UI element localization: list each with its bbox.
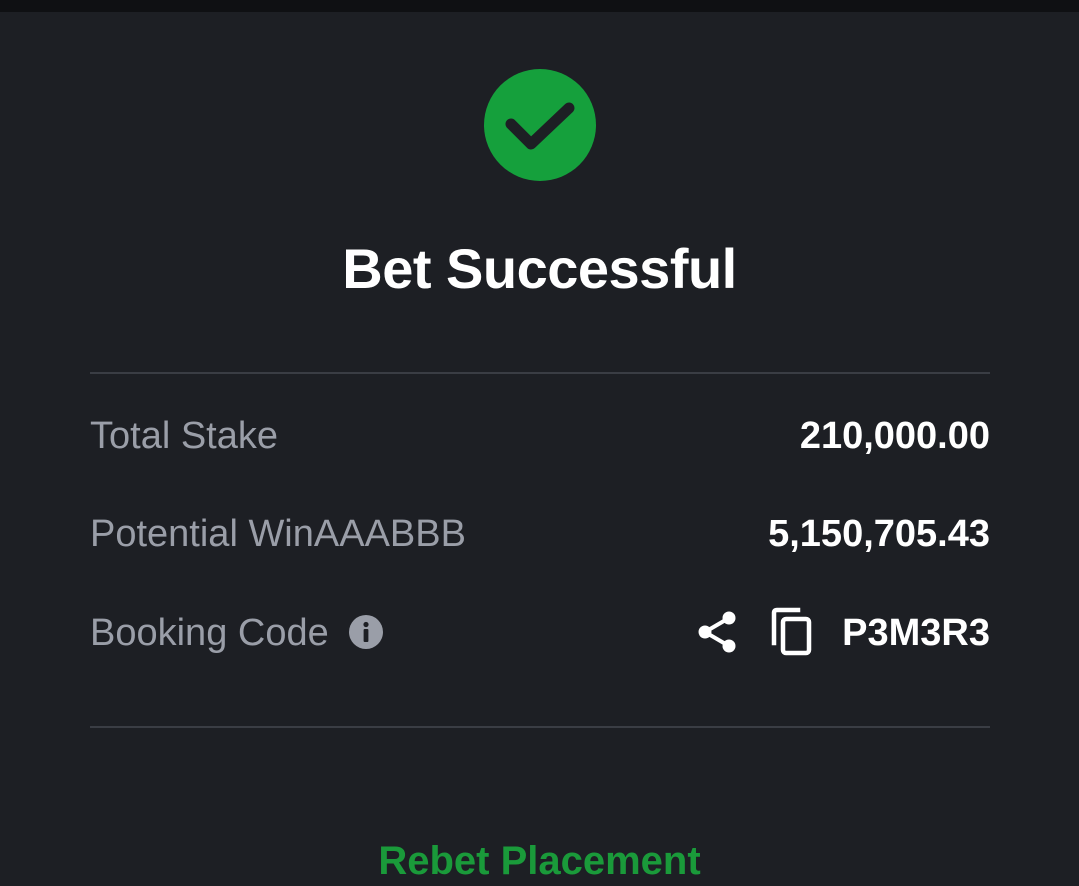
- total-stake-label: Total Stake: [90, 415, 278, 457]
- divider: [90, 726, 990, 728]
- potential-win-value: 5,150,705.43: [768, 513, 990, 555]
- rebet-placement-link[interactable]: Rebet Placement: [0, 836, 1079, 886]
- bet-success-panel: Bet Successful Total Stake 210,000.00 Po…: [0, 12, 1079, 854]
- potential-win-label: Potential WinAAABBB: [90, 513, 466, 555]
- info-icon[interactable]: [349, 615, 383, 649]
- divider: [90, 372, 990, 374]
- page-title: Bet Successful: [342, 237, 737, 300]
- booking-code-row: Booking Code P3M3R3: [90, 603, 990, 663]
- check-circle-icon: [484, 69, 596, 181]
- top-bar: [0, 0, 1079, 12]
- booking-code-label: Booking Code: [90, 612, 329, 654]
- total-stake-row: Total Stake 210,000.00: [90, 406, 990, 466]
- share-icon[interactable]: [694, 609, 740, 655]
- booking-code-value[interactable]: P3M3R3: [842, 603, 990, 663]
- potential-win-row: Potential WinAAABBB 5,150,705.43: [90, 504, 990, 564]
- copy-icon[interactable]: [768, 607, 814, 657]
- total-stake-value: 210,000.00: [799, 415, 990, 457]
